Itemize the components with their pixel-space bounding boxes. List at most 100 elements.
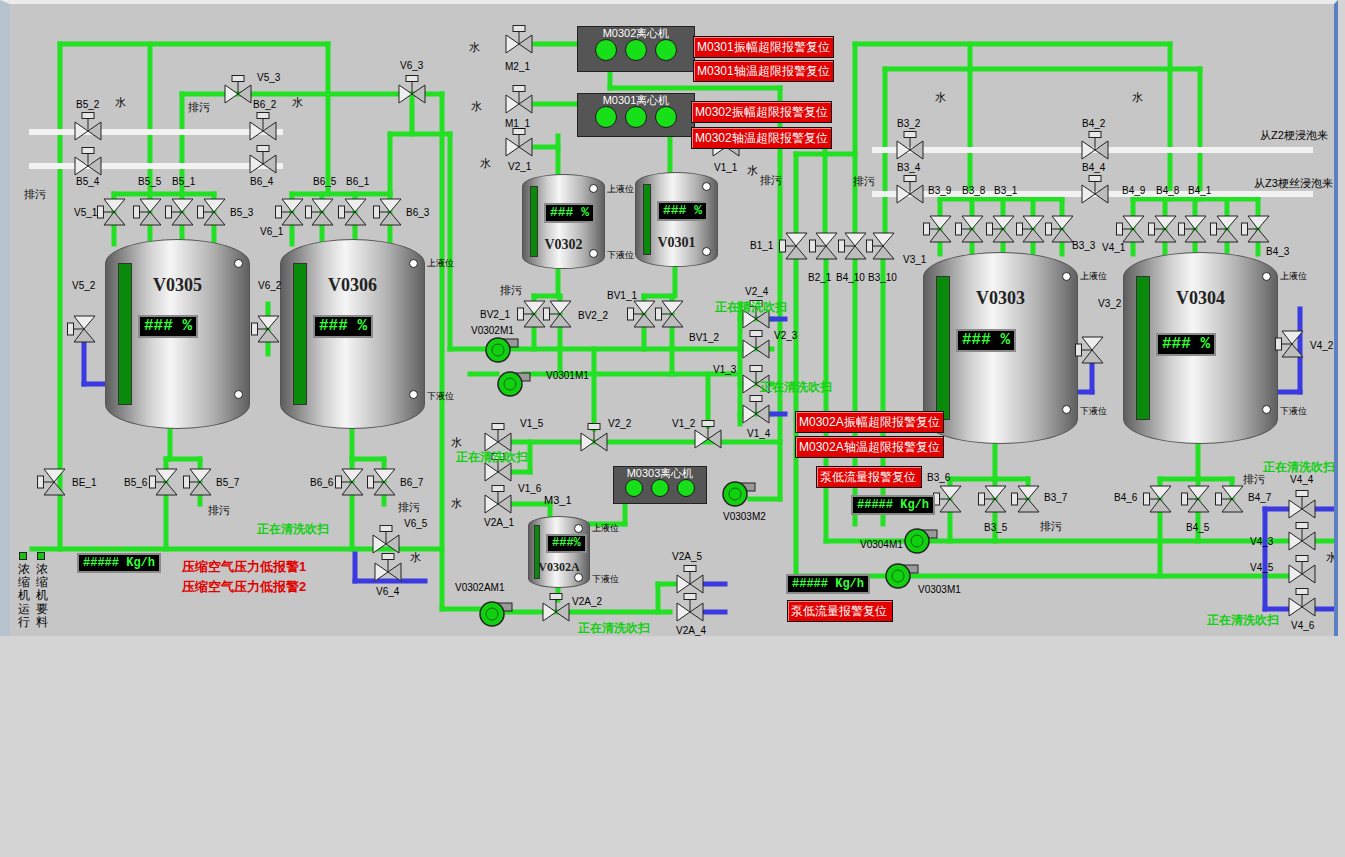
valve-icon[interactable]: [373, 553, 403, 583]
valve-icon[interactable]: [483, 485, 513, 515]
valve-icon[interactable]: [1080, 175, 1110, 205]
centrifuge[interactable]: M0301离心机: [577, 93, 695, 137]
valve-icon[interactable]: [371, 525, 401, 555]
valve-icon[interactable]: [1241, 214, 1271, 244]
valve-icon[interactable]: [37, 467, 67, 497]
valve-icon[interactable]: [275, 197, 305, 227]
valve-icon[interactable]: [543, 299, 573, 329]
valve-icon[interactable]: [373, 197, 403, 227]
valve-icon[interactable]: [483, 423, 513, 453]
valve-icon[interactable]: [741, 395, 771, 425]
pump-icon[interactable]: [884, 561, 920, 591]
valve-icon[interactable]: [73, 147, 103, 177]
valve-icon[interactable]: [1181, 484, 1211, 514]
valve-icon[interactable]: [866, 231, 896, 261]
valve-icon[interactable]: [248, 145, 278, 175]
valve-icon[interactable]: [986, 214, 1016, 244]
valve-icon[interactable]: [1148, 214, 1178, 244]
alarm-reset-button[interactable]: M0302A振幅超限报警复位: [795, 411, 944, 433]
valve-icon[interactable]: [1016, 214, 1046, 244]
alarm-reset-button[interactable]: 泵低流量报警复位: [787, 600, 893, 622]
valve-icon[interactable]: [895, 131, 925, 161]
valve-icon[interactable]: [504, 128, 534, 158]
alarm-reset-button[interactable]: 泵低流量报警复位: [816, 466, 922, 488]
valve-icon[interactable]: [1080, 131, 1110, 161]
valve-icon[interactable]: [1143, 484, 1173, 514]
alarm-reset-button[interactable]: M0301振幅超限报警复位: [693, 36, 834, 58]
valve-icon[interactable]: [579, 423, 609, 453]
valve-icon[interactable]: [517, 299, 547, 329]
valve-icon[interactable]: [675, 565, 705, 595]
valve-icon[interactable]: [248, 112, 278, 142]
low-level-dot: [409, 390, 418, 399]
valve-icon[interactable]: [779, 231, 809, 261]
alarm-reset-button[interactable]: M0302轴温超限报警复位: [691, 127, 832, 149]
valve-icon[interactable]: [1075, 335, 1105, 365]
tank: V0306### %: [280, 239, 425, 429]
tank-name: V0304: [1124, 285, 1277, 312]
valve-icon[interactable]: [978, 484, 1008, 514]
centrifuge[interactable]: M0302离心机: [577, 26, 695, 72]
valve-icon[interactable]: [223, 75, 253, 105]
low-level-dot: [1262, 405, 1271, 414]
valve-icon[interactable]: [627, 299, 657, 329]
pump-icon[interactable]: [484, 335, 520, 365]
valve-label: V3_2: [1098, 298, 1121, 310]
pump-icon[interactable]: [721, 479, 757, 509]
valve-icon[interactable]: [741, 330, 771, 360]
valve-icon[interactable]: [955, 214, 985, 244]
alarm-reset-button[interactable]: M0302A轴温超限报警复位: [795, 436, 944, 458]
valve-icon[interactable]: [149, 467, 179, 497]
valve-label: BE_1: [72, 477, 96, 489]
valve-icon[interactable]: [1287, 522, 1317, 552]
valve-label: B4_7: [1248, 492, 1271, 504]
alarm-reset-button[interactable]: M0301轴温超限报警复位: [693, 60, 834, 82]
valve-icon[interactable]: [197, 197, 227, 227]
level-track: [118, 263, 132, 406]
valve-icon[interactable]: [367, 467, 397, 497]
valve-icon[interactable]: [504, 25, 534, 55]
valve-icon[interactable]: [1287, 490, 1317, 520]
valve-icon[interactable]: [1287, 555, 1317, 585]
pump-icon[interactable]: [478, 599, 514, 629]
valve-icon[interactable]: [838, 231, 868, 261]
valve-icon[interactable]: [1275, 329, 1305, 359]
alarm-reset-button[interactable]: M0302振幅超限报警复位: [691, 101, 832, 123]
valve-icon[interactable]: [655, 299, 685, 329]
valve-icon[interactable]: [1116, 214, 1146, 244]
pipe-label: 排污: [1040, 520, 1062, 533]
valve-icon[interactable]: [923, 214, 953, 244]
valve-icon[interactable]: [335, 467, 365, 497]
tank-reading: ### %: [1156, 333, 1216, 356]
valve-icon[interactable]: [1215, 484, 1245, 514]
valve-icon[interactable]: [675, 593, 705, 623]
valve-icon[interactable]: [1287, 588, 1317, 618]
pump-icon[interactable]: [903, 526, 939, 556]
valve-icon[interactable]: [1210, 214, 1240, 244]
centrifuge[interactable]: M0303离心机: [613, 466, 707, 504]
valve-icon[interactable]: [73, 112, 103, 142]
valve-icon[interactable]: [693, 420, 723, 450]
valve-icon[interactable]: [1011, 484, 1041, 514]
valve-icon[interactable]: [1178, 214, 1208, 244]
valve-icon[interactable]: [183, 467, 213, 497]
valve-icon[interactable]: [251, 314, 281, 344]
valve-icon[interactable]: [338, 197, 368, 227]
valve-icon[interactable]: [1045, 214, 1075, 244]
valve-icon[interactable]: [895, 175, 925, 205]
valve-label: V2A_2: [572, 596, 602, 608]
valve-icon[interactable]: [67, 314, 97, 344]
tank: V0305### %: [105, 239, 250, 429]
valve-icon[interactable]: [97, 197, 127, 227]
pump-icon[interactable]: [496, 369, 532, 399]
valve-label: V4_4: [1290, 474, 1313, 486]
valve-icon[interactable]: [397, 75, 427, 105]
valve-icon[interactable]: [933, 484, 963, 514]
valve-icon[interactable]: [809, 231, 839, 261]
valve-icon[interactable]: [165, 197, 195, 227]
low-level-dot: [702, 247, 711, 256]
valve-icon[interactable]: [504, 85, 534, 115]
valve-icon[interactable]: [133, 197, 163, 227]
valve-icon[interactable]: [541, 593, 571, 623]
valve-icon[interactable]: [305, 197, 335, 227]
